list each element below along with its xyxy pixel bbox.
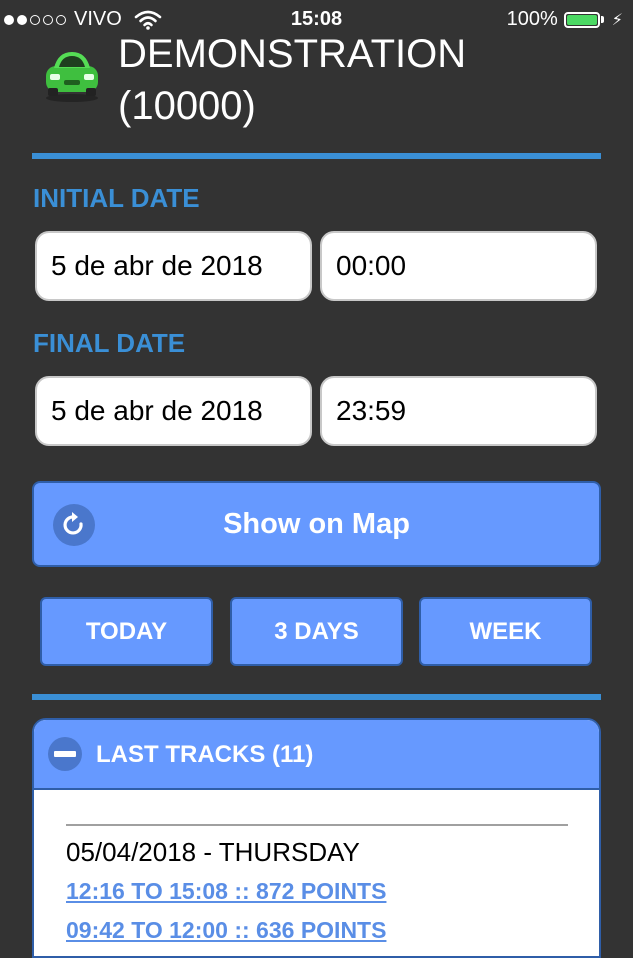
last-tracks-title: LAST TRACKS (11) (96, 741, 314, 768)
vehicle-id: (10000) (118, 84, 256, 128)
header-divider (32, 153, 601, 159)
battery-fill (566, 14, 597, 25)
three-days-button[interactable]: 3 DAYS (230, 597, 403, 666)
list-divider (66, 824, 568, 826)
final-date-field[interactable]: 5 de abr de 2018 (35, 376, 312, 446)
status-right: 100% ⚡︎ (507, 8, 623, 31)
last-tracks-header[interactable]: LAST TRACKS (11) (34, 720, 599, 790)
battery-body (563, 11, 600, 28)
final-time-field[interactable]: 23:59 (320, 376, 597, 446)
battery-tip (600, 16, 604, 23)
week-button[interactable]: WEEK (419, 597, 592, 666)
minus-icon[interactable] (48, 737, 82, 771)
car-icon (46, 52, 98, 102)
show-on-map-label: Show on Map (223, 507, 410, 540)
track-link[interactable]: 09:42 TO 12:00 :: 636 POINTS (66, 917, 386, 944)
initial-date-field[interactable]: 5 de abr de 2018 (35, 231, 312, 301)
initial-time-field[interactable]: 00:00 (320, 231, 597, 301)
vehicle-title: DEMONSTRATION (10000) (118, 28, 466, 132)
vehicle-name: DEMONSTRATION (118, 32, 467, 76)
track-link[interactable]: 12:16 TO 15:08 :: 872 POINTS (66, 878, 386, 905)
show-on-map-button[interactable]: Show on Map (32, 481, 601, 567)
charging-bolt-icon: ⚡︎ (611, 11, 623, 29)
track-day-label: 05/04/2018 - THURSDAY (66, 837, 360, 867)
battery-icon (563, 11, 606, 29)
final-date-label: FINAL DATE (33, 328, 186, 358)
last-tracks-panel: LAST TRACKS (11) 05/04/2018 - THURSDAY 1… (32, 718, 601, 958)
battery-percent: 100% (506, 8, 558, 30)
tracks-divider (32, 694, 601, 700)
today-button[interactable]: TODAY (40, 597, 213, 666)
refresh-icon (53, 504, 95, 546)
initial-date-label: INITIAL DATE (33, 183, 200, 213)
vehicle-header: DEMONSTRATION (10000) (40, 28, 466, 132)
